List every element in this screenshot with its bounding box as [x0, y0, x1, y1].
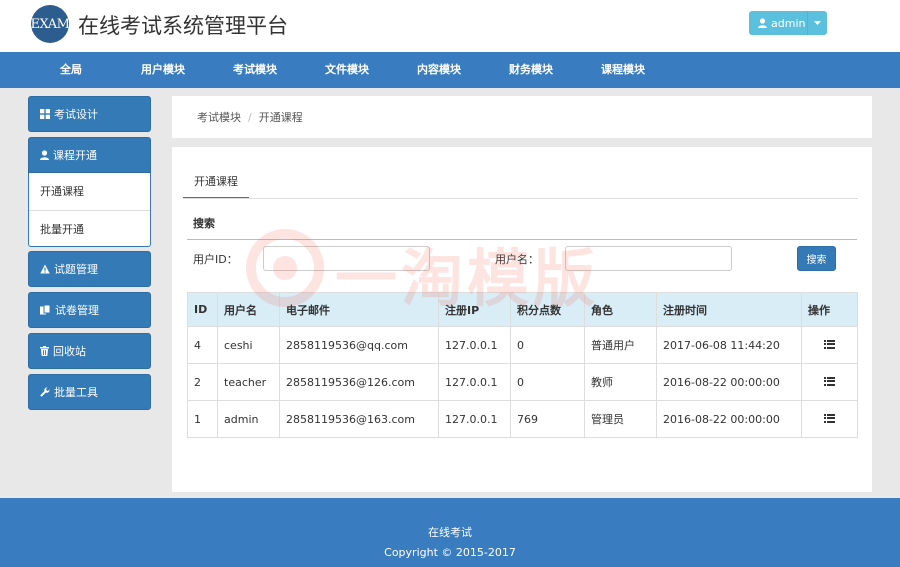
- cell-action: [801, 363, 858, 401]
- sidebar-item-paper-manage[interactable]: 试卷管理: [28, 292, 151, 328]
- cell-email: 2858119536@126.com: [279, 363, 439, 401]
- username-label: 用户名：: [495, 253, 539, 266]
- sidebar-item-recycle-bin[interactable]: 回收站: [28, 333, 151, 369]
- sidebar-item-label: 课程开通: [53, 149, 97, 162]
- caret-down-icon[interactable]: [808, 21, 827, 25]
- cell-id: 2: [187, 363, 218, 401]
- grid-icon: [40, 109, 50, 119]
- cell-points: 0: [510, 363, 585, 401]
- user-menu-button[interactable]: admin: [749, 11, 827, 35]
- cell-register-time: 2016-08-22 00:00:00: [656, 400, 802, 438]
- sidebar-item-exam-design[interactable]: 考试设计: [28, 96, 151, 132]
- col-header-role: 角色: [584, 292, 657, 327]
- breadcrumb-item-exam-module[interactable]: 考试模块: [197, 109, 241, 125]
- nav-item-finance[interactable]: 财务模块: [509, 52, 553, 88]
- cell-register-ip: 127.0.0.1: [438, 326, 511, 364]
- footer-copyright: Copyright © 2015-2017: [384, 546, 516, 559]
- table-row: 4 ceshi 2858119536@qq.com 127.0.0.1 0 普通…: [187, 326, 858, 364]
- breadcrumb-separator: /: [248, 110, 252, 124]
- table-row: 2 teacher 2858119536@126.com 127.0.0.1 0…: [187, 363, 858, 401]
- cell-points: 769: [510, 400, 585, 438]
- sidebar-item-label: 试题管理: [54, 263, 98, 276]
- footer-site-name: 在线考试: [428, 526, 472, 539]
- list-icon[interactable]: [824, 376, 835, 386]
- cell-role: 管理员: [584, 400, 657, 438]
- col-header-points: 积分点数: [510, 292, 585, 327]
- username: admin: [771, 16, 806, 30]
- header: EXAM 在线考试系统管理平台 admin: [0, 0, 900, 52]
- col-header-register-time: 注册时间: [656, 292, 802, 327]
- sidebar-submenu: 开通课程 批量开通: [28, 173, 151, 247]
- sidebar-item-batch-tools[interactable]: 批量工具: [28, 374, 151, 410]
- logo-text: EXAM: [30, 16, 70, 32]
- sidebar-item-label: 批量工具: [54, 386, 98, 399]
- user-icon: [758, 18, 767, 28]
- cell-id: 4: [187, 326, 218, 364]
- cell-register-ip: 127.0.0.1: [438, 400, 511, 438]
- nav-item-users[interactable]: 用户模块: [141, 52, 185, 88]
- user-dropdown-main[interactable]: admin: [749, 11, 808, 35]
- cell-id: 1: [187, 400, 218, 438]
- footer: 在线考试 Copyright © 2015-2017: [0, 498, 900, 567]
- cell-role: 普通用户: [584, 326, 657, 364]
- cell-username: admin: [217, 400, 280, 438]
- cell-action: [801, 326, 858, 364]
- tab-open-course[interactable]: 开通课程: [183, 165, 249, 199]
- sidebar-item-label: 回收站: [53, 345, 86, 358]
- col-header-register-ip: 注册IP: [438, 292, 511, 327]
- cell-email: 2858119536@qq.com: [279, 326, 439, 364]
- col-header-username: 用户名: [217, 292, 280, 327]
- sidebar-item-label: 考试设计: [54, 108, 98, 121]
- main-panel: 开通课程 搜索 用户ID： 用户名： 搜索 ID 用户名 电子邮件 注册IP 积…: [172, 147, 872, 492]
- cell-register-time: 2017-06-08 11:44:20: [656, 326, 802, 364]
- nav-item-exam[interactable]: 考试模块: [233, 52, 277, 88]
- search-divider: [187, 239, 857, 240]
- nav-item-global[interactable]: 全局: [60, 52, 82, 88]
- table-header-row: ID 用户名 电子邮件 注册IP 积分点数 角色 注册时间 操作: [187, 292, 858, 327]
- list-icon[interactable]: [824, 339, 835, 349]
- user-icon: [40, 150, 49, 160]
- table-row: 1 admin 2858119536@163.com 127.0.0.1 769…: [187, 400, 858, 438]
- cell-username: ceshi: [217, 326, 280, 364]
- tab-divider: [183, 198, 858, 199]
- search-button[interactable]: 搜索: [797, 246, 836, 271]
- cell-username: teacher: [217, 363, 280, 401]
- wrench-icon: [40, 387, 50, 397]
- col-header-email: 电子邮件: [279, 292, 439, 327]
- search-section-title: 搜索: [193, 217, 215, 230]
- submenu-item-open-course[interactable]: 开通课程: [29, 173, 150, 210]
- nav-item-files[interactable]: 文件模块: [325, 52, 369, 88]
- cell-register-time: 2016-08-22 00:00:00: [656, 363, 802, 401]
- sidebar-item-question-manage[interactable]: 试题管理: [28, 251, 151, 287]
- trash-icon: [40, 346, 49, 356]
- nav-item-courses[interactable]: 课程模块: [601, 52, 645, 88]
- cell-action: [801, 400, 858, 438]
- list-icon[interactable]: [824, 413, 835, 423]
- main-navbar: 全局 用户模块 考试模块 文件模块 内容模块 财务模块 课程模块: [0, 52, 900, 88]
- breadcrumb: 考试模块 / 开通课程: [172, 96, 872, 138]
- col-header-id: ID: [187, 292, 218, 327]
- user-id-input[interactable]: [263, 246, 430, 271]
- username-input[interactable]: [565, 246, 732, 271]
- sidebar-item-course-open[interactable]: 课程开通: [28, 137, 151, 173]
- cell-role: 教师: [584, 363, 657, 401]
- users-table: ID 用户名 电子邮件 注册IP 积分点数 角色 注册时间 操作 4 ceshi…: [187, 292, 858, 438]
- cell-email: 2858119536@163.com: [279, 400, 439, 438]
- nav-item-content[interactable]: 内容模块: [417, 52, 461, 88]
- sidebar-item-label: 试卷管理: [55, 304, 99, 317]
- copy-icon: [40, 305, 51, 315]
- submenu-item-batch-open[interactable]: 批量开通: [29, 210, 150, 247]
- cell-points: 0: [510, 326, 585, 364]
- site-title: 在线考试系统管理平台: [78, 14, 288, 38]
- cell-register-ip: 127.0.0.1: [438, 363, 511, 401]
- col-header-action: 操作: [801, 292, 858, 327]
- logo[interactable]: EXAM: [30, 5, 70, 43]
- warning-icon: [40, 264, 50, 274]
- user-id-label: 用户ID：: [193, 253, 238, 266]
- breadcrumb-item-current: 开通课程: [258, 111, 303, 124]
